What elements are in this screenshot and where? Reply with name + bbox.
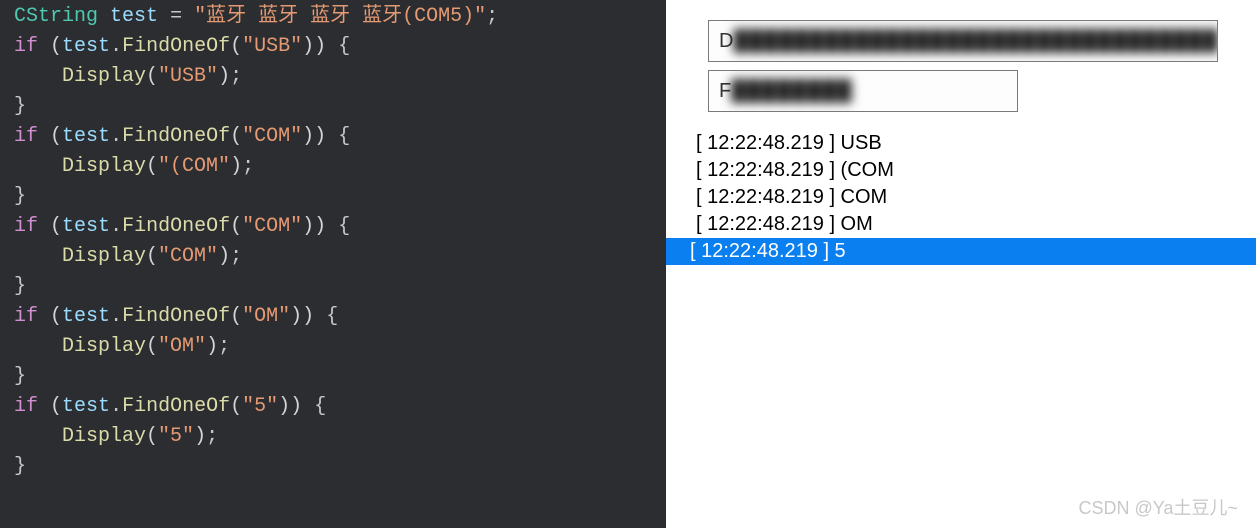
code-editor[interactable]: CString test = "蓝牙 蓝牙 蓝牙 蓝牙(COM5)";if (t… xyxy=(0,0,666,528)
code-line: if (test.FindOneOf("COM")) { xyxy=(14,122,666,152)
output-panel: D ████████████████████████████████ F ███… xyxy=(666,0,1256,528)
code-line: } xyxy=(14,182,666,212)
log-row[interactable]: [ 12:22:48.219 ] COM xyxy=(666,184,1256,211)
code-line: } xyxy=(14,452,666,482)
log-row[interactable]: [ 12:22:48.219 ] (COM xyxy=(666,157,1256,184)
log-list[interactable]: [ 12:22:48.219 ] USB[ 12:22:48.219 ] (CO… xyxy=(666,130,1256,265)
code-line: Display("OM"); xyxy=(14,332,666,362)
code-line: if (test.FindOneOf("USB")) { xyxy=(14,32,666,62)
path-input-2-blurred: ████████ xyxy=(731,80,852,103)
log-row[interactable]: [ 12:22:48.219 ] OM xyxy=(666,211,1256,238)
log-row[interactable]: [ 12:22:48.219 ] USB xyxy=(666,130,1256,157)
path-input-2-prefix: F xyxy=(719,80,731,103)
path-input-1-prefix: D xyxy=(719,30,733,53)
code-line: Display("USB"); xyxy=(14,62,666,92)
log-row[interactable]: [ 12:22:48.219 ] 5 xyxy=(666,238,1256,265)
code-line: if (test.FindOneOf("OM")) { xyxy=(14,302,666,332)
code-line: Display("(COM"); xyxy=(14,152,666,182)
code-line: } xyxy=(14,362,666,392)
path-input-2[interactable]: F ████████ xyxy=(708,70,1018,112)
code-line: if (test.FindOneOf("5")) { xyxy=(14,392,666,422)
code-line: CString test = "蓝牙 蓝牙 蓝牙 蓝牙(COM5)"; xyxy=(14,2,666,32)
path-input-1-blurred: ████████████████████████████████ xyxy=(733,30,1218,53)
path-input-1[interactable]: D ████████████████████████████████ xyxy=(708,20,1218,62)
code-line: Display("COM"); xyxy=(14,242,666,272)
code-line: Display("5"); xyxy=(14,422,666,452)
watermark: CSDN @Ya土豆儿~ xyxy=(1079,494,1238,520)
code-line: } xyxy=(14,272,666,302)
code-line: } xyxy=(14,92,666,122)
code-line: if (test.FindOneOf("COM")) { xyxy=(14,212,666,242)
